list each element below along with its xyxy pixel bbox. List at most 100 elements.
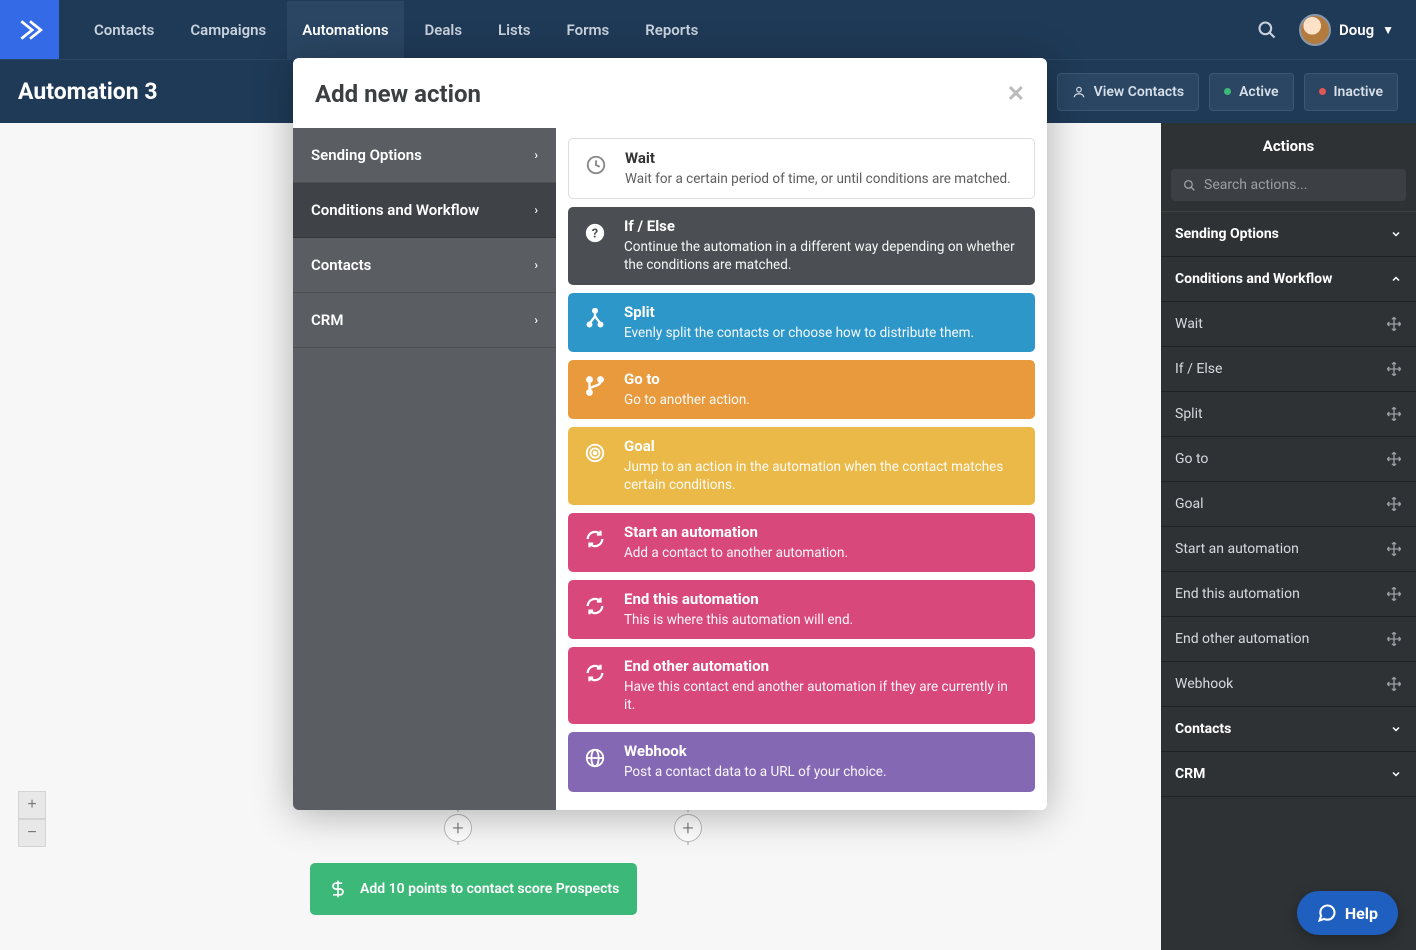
score-action-block[interactable]: Add 10 points to contact score Prospects [310,863,637,915]
section-contacts[interactable]: Contacts [1161,707,1416,752]
section-label: CRM [1175,766,1205,782]
action-title: End this automation [624,590,853,608]
dollar-icon [328,879,348,899]
active-status-button[interactable]: Active [1209,73,1293,111]
category-label: Sending Options [311,146,422,164]
action-goal[interactable]: GoalJump to an action in the automation … [568,427,1035,504]
action-text: Go toGo to another action. [624,370,750,409]
sidebar-title: Actions [1161,123,1416,169]
section-sending[interactable]: Sending Options [1161,212,1416,257]
action-desc: Continue the automation in a different w… [624,238,1021,274]
move-icon [1386,631,1402,647]
split-icon [582,306,608,332]
action-split[interactable]: SplitEvenly split the contacts or choose… [568,293,1035,352]
status-dot-green [1224,88,1231,95]
inactive-status-button[interactable]: Inactive [1304,73,1398,111]
search-placeholder: Search actions... [1204,177,1307,193]
category-contacts[interactable]: Contacts › [293,238,556,293]
nav-contacts[interactable]: Contacts [79,1,169,59]
add-action-modal: Add new action ✕ Sending Options › Condi… [293,58,1047,810]
refresh-icon [582,526,608,552]
nav-forms[interactable]: Forms [552,1,625,59]
move-icon [1386,316,1402,332]
chevron-right-icon: › [534,148,538,162]
category-conditions[interactable]: Conditions and Workflow › [293,183,556,238]
nav-campaigns[interactable]: Campaigns [175,1,281,59]
modal-body: Sending Options › Conditions and Workflo… [293,128,1047,810]
action-goto[interactable]: Go toGo to another action. [568,360,1035,419]
action-end-automation[interactable]: End this automationThis is where this au… [568,580,1035,639]
item-label: Split [1175,406,1203,422]
nav-items: Contacts Campaigns Automations Deals Lis… [79,1,713,59]
action-webhook[interactable]: WebhookPost a contact data to a URL of y… [568,732,1035,791]
modal-title: Add new action [315,80,481,108]
sidebar-item-goal[interactable]: Goal [1161,482,1416,527]
move-icon [1386,541,1402,557]
nav-automations[interactable]: Automations [287,1,403,59]
section-conditions[interactable]: Conditions and Workflow [1161,257,1416,302]
item-label: Goal [1175,496,1204,512]
action-desc: Have this contact end another automation… [624,678,1021,714]
zoom-controls: + − [18,791,46,847]
nav-right: Doug ▼ [1257,14,1416,46]
app-logo[interactable] [0,0,59,59]
move-icon [1386,586,1402,602]
sidebar-item-wait[interactable]: Wait [1161,302,1416,347]
close-icon[interactable]: ✕ [1007,82,1025,107]
action-title: If / Else [624,217,1021,235]
move-icon [1386,496,1402,512]
view-contacts-button[interactable]: View Contacts [1057,73,1199,111]
chevron-right-icon: › [534,258,538,272]
view-contacts-label: View Contacts [1094,84,1184,100]
action-ifelse[interactable]: ? If / Else Continue the automation in a … [568,207,1035,284]
action-end-other-automation[interactable]: End other automationHave this contact en… [568,647,1035,724]
svg-text:?: ? [592,227,598,242]
action-title: Split [624,303,974,321]
item-label: If / Else [1175,361,1222,377]
chevron-up-icon [1390,273,1402,285]
actions-sidebar: Actions Search actions... Sending Option… [1161,123,1416,950]
chevron-down-icon [1390,228,1402,240]
modal-categories: Sending Options › Conditions and Workflo… [293,128,556,810]
question-icon: ? [582,220,608,246]
sidebar-item-endauto[interactable]: End this automation [1161,572,1416,617]
user-menu[interactable]: Doug ▼ [1299,14,1394,46]
action-text: Start an automationAdd a contact to anot… [624,523,848,562]
sidebar-item-endother[interactable]: End other automation [1161,617,1416,662]
chevron-down-icon: ▼ [1382,23,1394,37]
action-text: SplitEvenly split the contacts or choose… [624,303,974,342]
target-icon [582,440,608,466]
search-icon[interactable] [1257,20,1277,40]
modal-header: Add new action ✕ [293,58,1047,128]
chat-icon [1317,903,1337,923]
action-title: Webhook [624,742,887,760]
section-crm[interactable]: CRM [1161,752,1416,797]
inactive-label: Inactive [1334,84,1383,100]
help-button[interactable]: Help [1297,891,1398,935]
search-actions-input[interactable]: Search actions... [1171,169,1406,201]
category-crm[interactable]: CRM › [293,293,556,348]
move-icon [1386,361,1402,377]
sidebar-item-startauto[interactable]: Start an automation [1161,527,1416,572]
action-text: WebhookPost a contact data to a URL of y… [624,742,887,781]
action-wait[interactable]: WaitWait for a certain period of time, o… [568,138,1035,199]
sidebar-item-split[interactable]: Split [1161,392,1416,437]
item-label: Webhook [1175,676,1233,692]
add-action-node[interactable]: + [444,814,472,842]
chevron-right-icon: › [534,203,538,217]
sidebar-item-goto[interactable]: Go to [1161,437,1416,482]
zoom-out-button[interactable]: − [18,819,46,847]
action-desc: Go to another action. [624,391,750,409]
action-start-automation[interactable]: Start an automationAdd a contact to anot… [568,513,1035,572]
score-action-label: Add 10 points to contact score Prospects [360,881,619,897]
zoom-in-button[interactable]: + [18,791,46,819]
nav-deals[interactable]: Deals [410,1,478,59]
category-sending[interactable]: Sending Options › [293,128,556,183]
sidebar-item-webhook[interactable]: Webhook [1161,662,1416,707]
add-action-node[interactable]: + [674,814,702,842]
nav-lists[interactable]: Lists [483,1,545,59]
nav-reports[interactable]: Reports [630,1,713,59]
page-title: Automation 3 [18,78,158,105]
sidebar-item-ifelse[interactable]: If / Else [1161,347,1416,392]
section-label: Contacts [1175,721,1231,737]
